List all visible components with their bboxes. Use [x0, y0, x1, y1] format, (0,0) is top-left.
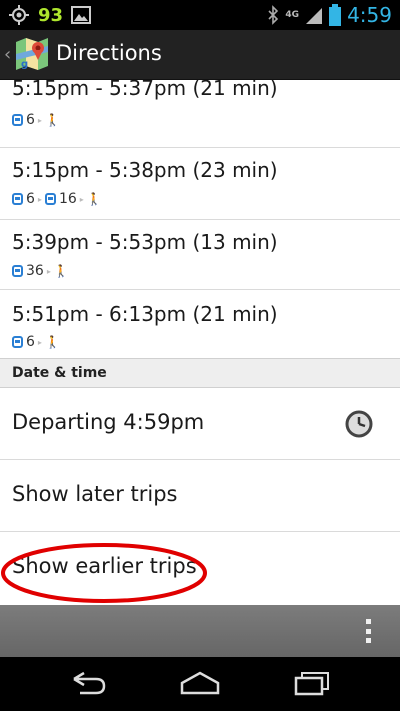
trip-route: 6 ▸ 🚶 — [12, 112, 60, 128]
arrow-icon: ▸ — [46, 266, 51, 276]
trip-route: 6 ▸ 🚶 — [12, 334, 60, 350]
clock-icon[interactable] — [345, 410, 373, 438]
arrow-icon: ▸ — [37, 115, 42, 125]
bus-icon — [12, 193, 23, 205]
show-later-trips-label: Show later trips — [12, 482, 178, 506]
section-header-label: Date & time — [12, 365, 107, 381]
walk-icon: 🚶 — [44, 113, 60, 127]
home-icon[interactable] — [180, 669, 220, 697]
bus-icon — [44, 193, 56, 205]
trip-time: 5:39pm - 5:53pm (13 min) — [12, 230, 278, 254]
maps-icon[interactable]: g — [14, 36, 50, 72]
trip-row[interactable]: 5:39pm - 5:53pm (13 min) 36 ▸ 🚶 — [0, 220, 400, 290]
trip-time: 5:15pm - 5:37pm (21 min) — [12, 80, 278, 100]
walk-icon: 🚶 — [86, 192, 102, 206]
show-earlier-trips-label: Show earlier trips — [12, 554, 197, 578]
bus-icon — [12, 265, 23, 277]
arrow-icon: ▸ — [37, 337, 42, 347]
departing-row[interactable]: Departing 4:59pm — [0, 388, 400, 460]
network-type: 4G — [285, 10, 300, 20]
trip-row[interactable]: 5:15pm - 5:38pm (23 min) 6 ▸ 16 ▸ 🚶 — [0, 148, 400, 220]
route-number: 6 — [26, 191, 35, 207]
screen: 93 4G 4:59 ‹ g Directions 5:15pm - 5:37p… — [0, 0, 400, 711]
trip-list: 5:15pm - 5:37pm (21 min) 6 ▸ 🚶 5:15pm - … — [0, 80, 400, 605]
svg-text:g: g — [21, 59, 28, 70]
arrow-icon: ▸ — [37, 194, 42, 204]
bottom-action-bar — [0, 605, 400, 657]
page-title: Directions — [56, 41, 162, 65]
status-time: 4:59 — [347, 3, 392, 27]
overflow-menu-icon[interactable] — [366, 619, 372, 643]
recent-apps-icon[interactable] — [292, 669, 332, 697]
departing-label: Departing 4:59pm — [12, 410, 205, 434]
show-earlier-trips-button[interactable]: Show earlier trips — [0, 532, 400, 604]
show-later-trips-button[interactable]: Show later trips — [0, 460, 400, 532]
image-icon — [71, 6, 92, 24]
status-bar: 93 4G 4:59 — [0, 0, 400, 30]
back-chevron-icon[interactable]: ‹ — [4, 44, 11, 65]
bluetooth-icon — [268, 5, 279, 25]
back-icon[interactable] — [68, 669, 108, 697]
trip-time: 5:15pm - 5:38pm (23 min) — [12, 158, 278, 182]
trip-route: 36 ▸ 🚶 — [12, 263, 69, 279]
walk-icon: 🚶 — [53, 264, 69, 278]
bus-icon — [12, 336, 23, 348]
battery-icon — [329, 4, 342, 26]
trip-route: 6 ▸ 16 ▸ 🚶 — [12, 191, 102, 207]
section-header: Date & time — [0, 358, 400, 388]
route-number: 36 — [26, 263, 44, 279]
route-number: 6 — [26, 334, 35, 350]
notification-number: 93 — [38, 4, 64, 26]
gps-icon — [9, 5, 29, 25]
trip-row[interactable]: 5:51pm - 6:13pm (21 min) 6 ▸ 🚶 — [0, 290, 400, 358]
signal-icon — [306, 8, 323, 24]
walk-icon: 🚶 — [44, 335, 60, 349]
route-number: 6 — [26, 112, 35, 128]
trip-row[interactable]: 5:15pm - 5:37pm (21 min) 6 ▸ 🚶 — [0, 80, 400, 148]
route-number: 16 — [58, 191, 77, 207]
trip-time: 5:51pm - 6:13pm (21 min) — [12, 302, 278, 326]
bus-icon — [12, 114, 23, 126]
arrow-icon: ▸ — [79, 194, 84, 204]
navigation-bar — [0, 657, 400, 711]
action-bar: ‹ g Directions — [0, 30, 400, 80]
